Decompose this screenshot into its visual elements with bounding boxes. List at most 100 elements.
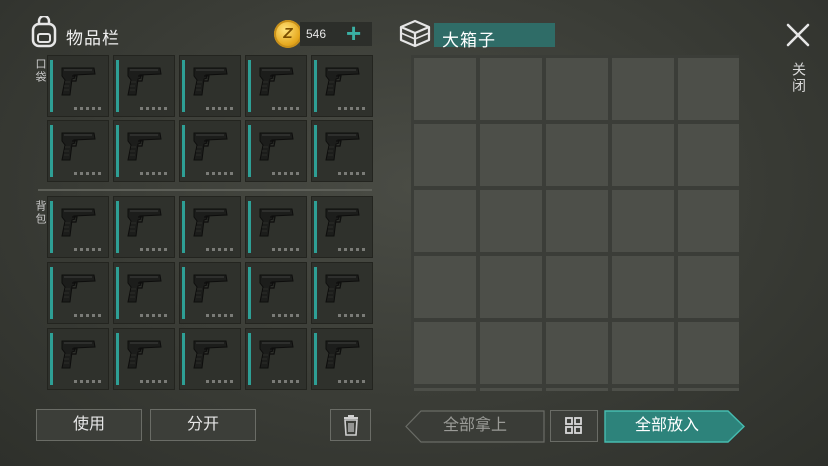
- put-all-button[interactable]: 全部放入: [605, 410, 729, 442]
- backpack-slot[interactable]: [312, 197, 372, 257]
- slot-rarity-bar: [248, 267, 251, 319]
- backpack-slot[interactable]: [48, 329, 108, 389]
- container-slot[interactable]: [678, 124, 739, 186]
- slot-rarity-bar: [50, 60, 53, 112]
- slot-quality-dots: [338, 380, 366, 383]
- close-label[interactable]: 关闭: [789, 62, 809, 94]
- pocket-slot[interactable]: [114, 121, 174, 181]
- backpack-slot[interactable]: [246, 263, 306, 323]
- container-slot[interactable]: [480, 388, 542, 391]
- pocket-slot[interactable]: [48, 56, 108, 116]
- slot-rarity-bar: [182, 267, 185, 319]
- container-slot[interactable]: [480, 58, 542, 120]
- slot-rarity-bar: [248, 333, 251, 385]
- use-button[interactable]: 使用: [36, 409, 142, 441]
- split-button[interactable]: 分开: [150, 409, 256, 441]
- pocket-slot[interactable]: [114, 56, 174, 116]
- take-all-button[interactable]: 全部拿上: [408, 410, 542, 442]
- container-slot[interactable]: [546, 124, 608, 186]
- container-slot[interactable]: [480, 124, 542, 186]
- container-slot[interactable]: [414, 124, 476, 186]
- container-slot[interactable]: [612, 388, 674, 391]
- container-slot[interactable]: [414, 190, 476, 252]
- backpack-slot[interactable]: [48, 197, 108, 257]
- slot-quality-dots: [140, 380, 168, 383]
- slot-quality-dots: [338, 248, 366, 251]
- backpack-slot[interactable]: [180, 263, 240, 323]
- container-slot[interactable]: [414, 58, 476, 120]
- slot-quality-dots: [272, 380, 300, 383]
- container-title: 大箱子: [442, 31, 496, 50]
- slot-quality-dots: [74, 248, 102, 251]
- container-slot[interactable]: [678, 322, 739, 384]
- pocket-slot[interactable]: [246, 121, 306, 181]
- slot-quality-dots: [74, 314, 102, 317]
- slot-rarity-bar: [314, 60, 317, 112]
- container-slot[interactable]: [480, 322, 542, 384]
- slot-rarity-bar: [248, 201, 251, 253]
- pocket-slot[interactable]: [312, 121, 372, 181]
- pocket-slot[interactable]: [246, 56, 306, 116]
- slot-quality-dots: [74, 107, 102, 110]
- slot-rarity-bar: [248, 60, 251, 112]
- slot-quality-dots: [206, 107, 234, 110]
- container-slot[interactable]: [612, 58, 674, 120]
- section-divider: [38, 189, 372, 191]
- container-slot[interactable]: [678, 256, 739, 318]
- backpack-slot[interactable]: [48, 263, 108, 323]
- slot-rarity-bar: [116, 267, 119, 319]
- container-slot[interactable]: [612, 124, 674, 186]
- backpack-slot[interactable]: [312, 329, 372, 389]
- backpack-section-label: 背包: [34, 200, 46, 226]
- coin-amount: 546: [306, 27, 327, 41]
- backpack-slot[interactable]: [114, 263, 174, 323]
- container-slot[interactable]: [678, 190, 739, 252]
- slot-quality-dots: [272, 248, 300, 251]
- container-slot[interactable]: [612, 322, 674, 384]
- container-slot[interactable]: [612, 256, 674, 318]
- container-slot[interactable]: [414, 388, 476, 391]
- backpack-slot[interactable]: [246, 197, 306, 257]
- slot-quality-dots: [338, 107, 366, 110]
- slot-quality-dots: [74, 380, 102, 383]
- container-slot[interactable]: [414, 322, 476, 384]
- container-slot[interactable]: [678, 58, 739, 120]
- box-icon: [399, 19, 431, 48]
- slot-quality-dots: [206, 248, 234, 251]
- pocket-slot[interactable]: [312, 56, 372, 116]
- backpack-slot[interactable]: [246, 329, 306, 389]
- arrange-button[interactable]: [550, 410, 598, 442]
- container-slot[interactable]: [546, 256, 608, 318]
- container-slot[interactable]: [612, 190, 674, 252]
- slot-quality-dots: [272, 172, 300, 175]
- slot-quality-dots: [140, 172, 168, 175]
- trash-button[interactable]: [330, 409, 371, 441]
- container-slot[interactable]: [414, 256, 476, 318]
- close-icon[interactable]: [785, 22, 811, 48]
- slot-quality-dots: [272, 314, 300, 317]
- pocket-slot[interactable]: [48, 121, 108, 181]
- grid-icon: [565, 417, 582, 434]
- container-slot[interactable]: [480, 256, 542, 318]
- add-coins-button[interactable]: +: [346, 20, 361, 46]
- pocket-section-label: 口袋: [34, 58, 46, 84]
- container-slot[interactable]: [546, 322, 608, 384]
- slot-rarity-bar: [314, 333, 317, 385]
- backpack-slot[interactable]: [312, 263, 372, 323]
- container-slot[interactable]: [546, 190, 608, 252]
- slot-rarity-bar: [182, 60, 185, 112]
- slot-quality-dots: [140, 107, 168, 110]
- slot-quality-dots: [206, 314, 234, 317]
- backpack-slot[interactable]: [114, 329, 174, 389]
- container-slot[interactable]: [480, 190, 542, 252]
- backpack-icon: [31, 16, 57, 48]
- pocket-slot[interactable]: [180, 121, 240, 181]
- pocket-slot[interactable]: [180, 56, 240, 116]
- container-slot[interactable]: [546, 388, 608, 391]
- backpack-slot[interactable]: [180, 329, 240, 389]
- backpack-slot[interactable]: [114, 197, 174, 257]
- container-slot[interactable]: [546, 58, 608, 120]
- container-slot[interactable]: [678, 388, 739, 391]
- slot-rarity-bar: [50, 125, 53, 177]
- backpack-slot[interactable]: [180, 197, 240, 257]
